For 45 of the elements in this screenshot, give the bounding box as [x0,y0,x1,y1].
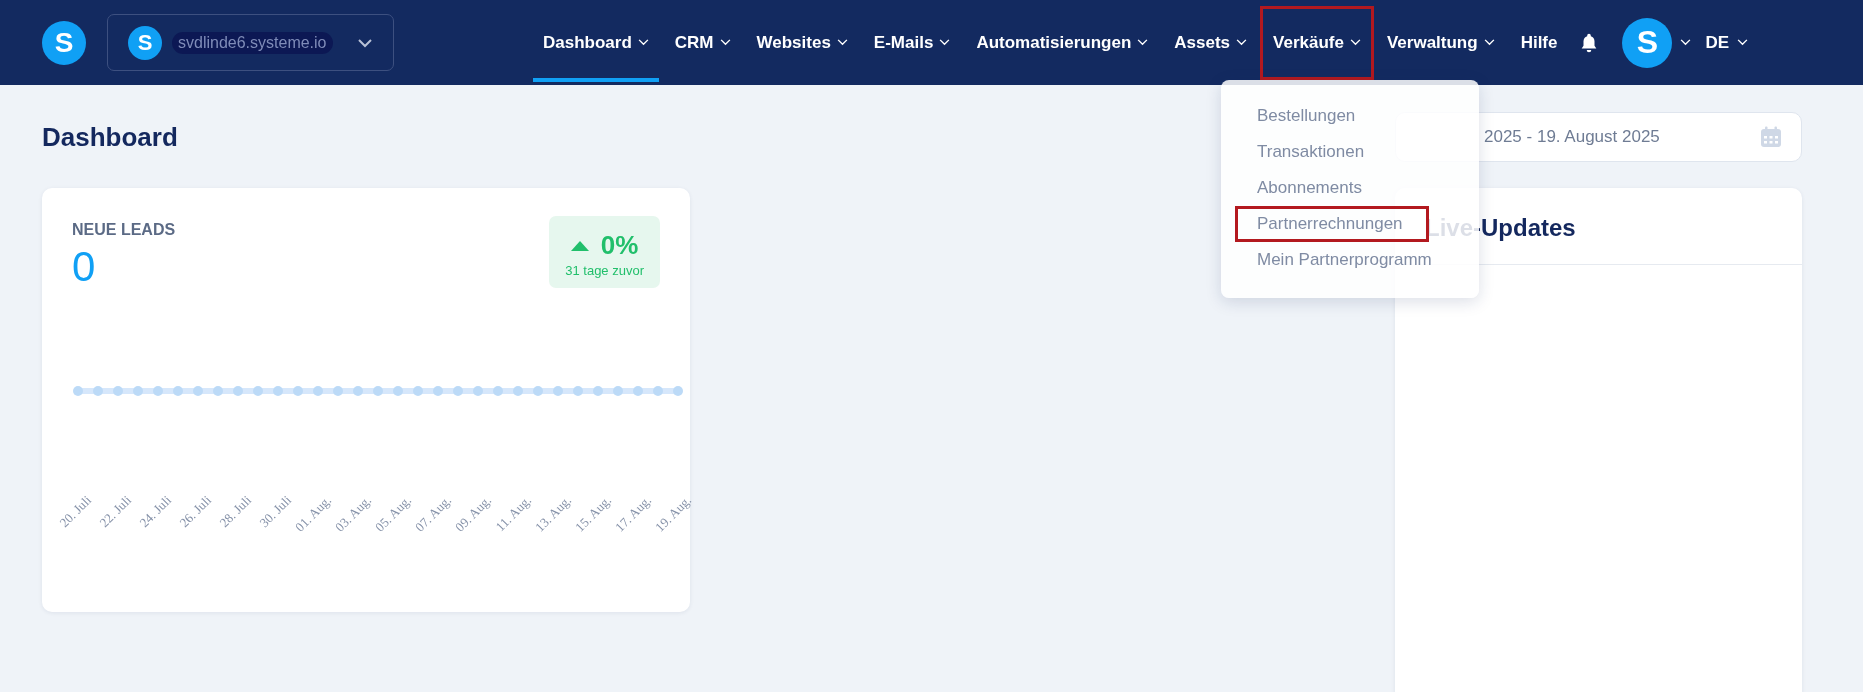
chevron-down-icon [1349,39,1361,46]
axis-label: 09. Aug. [452,492,495,535]
change-percent: 0% [600,230,639,261]
chevron-down-icon [939,39,951,46]
axis-label: 15. Aug. [572,492,615,535]
axis-label: 11. Aug. [492,492,535,535]
chevron-down-icon [357,37,373,48]
leads-count: 0 [72,243,97,291]
axis-label: 30. Juli [256,492,295,531]
chevron-down-icon [1137,39,1149,46]
nav-tab[interactable]: Verkäufe [1260,5,1374,80]
axis-label: 07. Aug. [412,492,455,535]
language-selector[interactable]: DE [1705,32,1749,53]
chevron-down-icon [1737,39,1749,46]
axis-label: 24. Juli [136,492,175,531]
axis-label: 13. Aug. [532,492,575,535]
nav-tab[interactable]: Verwaltung [1373,0,1508,85]
chevron-down-icon [719,39,731,46]
chevron-down-icon [1236,39,1248,46]
axis-label: 26. Juli [176,492,215,531]
axis-label: 19. Aug. [652,492,695,535]
chevron-down-icon [1483,39,1495,46]
nav-tab[interactable]: Hilfe [1507,0,1571,85]
axis-label: 03. Aug. [332,492,375,535]
axis-label: 28. Juli [216,492,255,531]
chevron-down-icon [1680,39,1692,46]
calendar-icon [1759,125,1783,149]
axis-label: 01. Aug. [292,492,335,535]
page-title: Dashboard [42,121,179,153]
axis-label: 05. Aug. [372,492,415,535]
nav-tab[interactable]: Dashboard [530,0,662,85]
nav-tab[interactable]: Automatisierungen [963,0,1162,85]
chevron-down-icon [836,39,848,46]
axis-label: 20. Juli [56,492,95,531]
axis-label: 17. Aug. [612,492,655,535]
change-caption: 31 tage zuvor [565,263,644,278]
card-title: NEUE LEADS [72,221,176,239]
nav-tab[interactable]: CRM [661,0,744,85]
axis-label: 22. Juli [96,492,135,531]
up-triangle-icon [570,240,589,251]
nav-tab[interactable]: Assets [1161,0,1261,85]
nav-tab[interactable]: Websites [743,0,861,85]
chevron-down-icon [637,39,649,46]
nav-tab[interactable]: E-Mails [860,0,964,85]
workspace-selector[interactable]: S svdlinde6.systeme.io [107,14,394,71]
